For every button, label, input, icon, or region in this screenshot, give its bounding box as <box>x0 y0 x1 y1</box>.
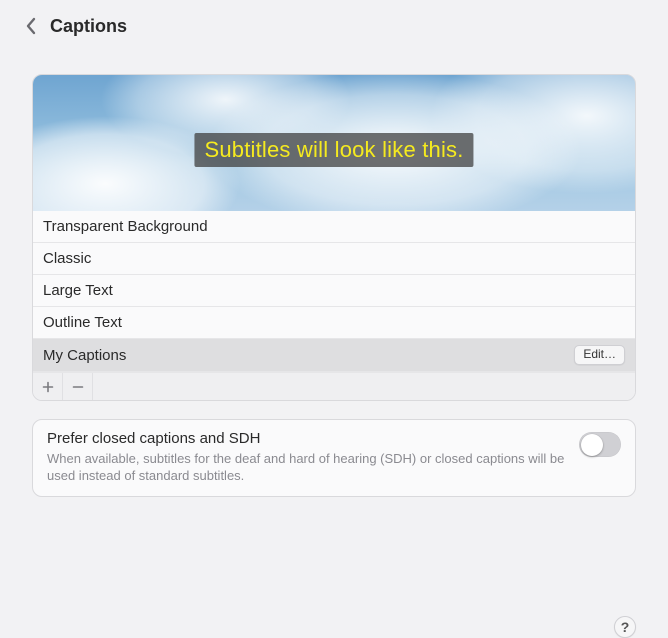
help-button[interactable]: ? <box>614 616 636 638</box>
captions-settings-window: Captions Subtitles will look like this. … <box>0 0 668 638</box>
toggle-knob <box>581 434 603 456</box>
header-bar: Captions <box>0 0 668 48</box>
sdh-text-column: Prefer closed captions and SDH When avai… <box>47 430 569 484</box>
style-row-large-text[interactable]: Large Text <box>33 275 635 307</box>
help-row: ? <box>0 612 668 638</box>
style-list-actions <box>33 372 635 400</box>
subtitle-preview: Subtitles will look like this. <box>33 75 635 211</box>
style-row-label: Large Text <box>43 282 113 299</box>
content-area: Subtitles will look like this. Transpare… <box>0 48 668 612</box>
edit-style-button[interactable]: Edit… <box>574 345 625 365</box>
add-style-button[interactable] <box>33 373 63 401</box>
subtitle-preview-text: Subtitles will look like this. <box>194 133 473 167</box>
back-button[interactable] <box>22 14 40 38</box>
caption-styles-card: Subtitles will look like this. Transpare… <box>32 74 636 401</box>
style-row-label: Outline Text <box>43 314 122 331</box>
style-row-classic[interactable]: Classic <box>33 243 635 275</box>
style-row-my-captions[interactable]: My Captions Edit… <box>33 339 635 372</box>
style-row-label: My Captions <box>43 347 126 364</box>
remove-style-button[interactable] <box>63 373 93 401</box>
sdh-toggle[interactable] <box>579 432 621 457</box>
sdh-title: Prefer closed captions and SDH <box>47 430 569 447</box>
style-row-transparent-background[interactable]: Transparent Background <box>33 211 635 243</box>
style-row-label: Classic <box>43 250 91 267</box>
page-title: Captions <box>50 16 127 37</box>
style-list: Transparent Background Classic Large Tex… <box>33 211 635 372</box>
plus-icon <box>42 381 54 393</box>
sdh-description: When available, subtitles for the deaf a… <box>47 450 569 484</box>
style-row-label: Transparent Background <box>43 218 208 235</box>
sdh-preference-card: Prefer closed captions and SDH When avai… <box>32 419 636 497</box>
style-row-outline-text[interactable]: Outline Text <box>33 307 635 339</box>
minus-icon <box>72 381 84 393</box>
